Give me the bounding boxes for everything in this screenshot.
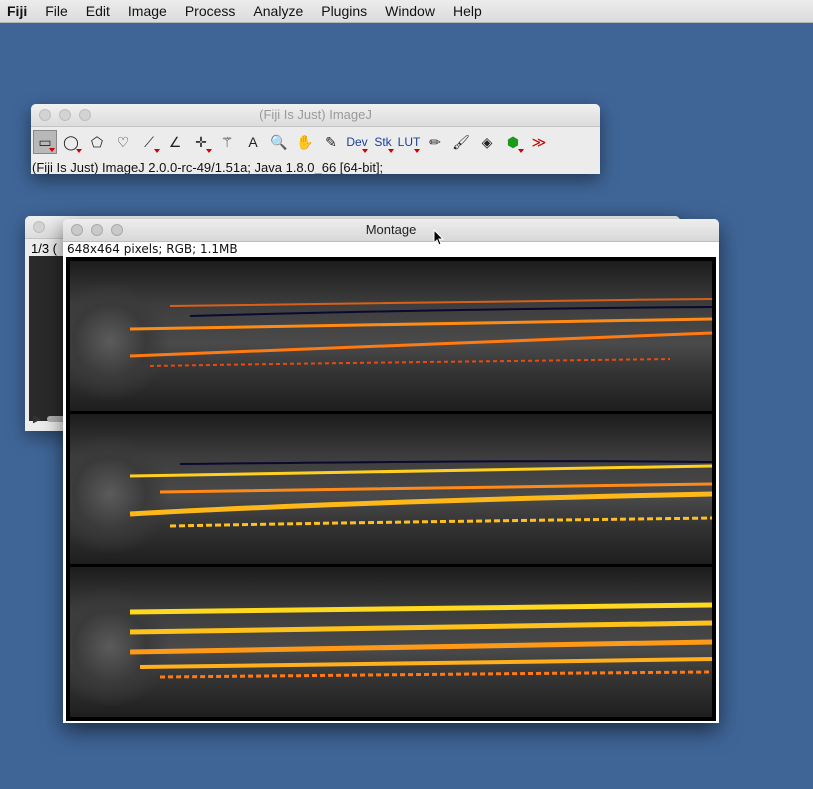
montage-window-title: Montage (365, 222, 417, 237)
menu-bar: Fiji File Edit Image Process Analyze Plu… (0, 0, 813, 23)
dropper-tool-icon[interactable]: ✎ (319, 130, 343, 154)
montage-panel-3 (70, 567, 712, 717)
window-controls (39, 109, 91, 121)
imagej-status: (Fiji Is Just) ImageJ 2.0.0-rc-49/1.51a;… (32, 160, 384, 174)
close-button[interactable] (39, 109, 51, 121)
text-tool-icon[interactable]: A (241, 130, 265, 154)
montage-panel-2 (70, 414, 712, 564)
hand-tool-icon[interactable]: ✋ (293, 130, 317, 154)
menu-window[interactable]: Window (376, 3, 444, 19)
montage-image-canvas[interactable] (66, 257, 716, 721)
dropdown-indicator-icon (154, 149, 160, 153)
dropdown-indicator-icon (206, 149, 212, 153)
stk-tool[interactable]: Stk (371, 130, 395, 154)
imagej-toolbar-window: (Fiji Is Just) ImageJ ▭ ◯ ⬠ ♡ ⟋ ∠ ✛ ⚚ A 🔍 ✋ ✎ Dev Stk… (31, 104, 600, 174)
close-button[interactable] (71, 224, 83, 236)
menu-edit[interactable]: Edit (77, 3, 119, 19)
menu-plugins[interactable]: Plugins (312, 3, 376, 19)
app-menu[interactable]: Fiji (0, 3, 36, 19)
minimize-button[interactable] (59, 109, 71, 121)
play-icon[interactable]: ▶ (33, 412, 41, 425)
lut-tool[interactable]: LUT (397, 130, 421, 154)
color-picker-icon[interactable]: ⬢ (501, 130, 525, 154)
polygon-tool-icon[interactable]: ⬠ (85, 130, 109, 154)
menu-image[interactable]: Image (119, 3, 176, 19)
wand-tool-icon[interactable]: ⚚ (215, 130, 239, 154)
point-tool-icon[interactable]: ✛ (189, 130, 213, 154)
pencil-tool-icon[interactable]: ✏ (423, 130, 447, 154)
dropdown-indicator-icon (49, 148, 55, 152)
more-tools-icon[interactable]: ≫ (527, 130, 551, 154)
toolbar-window-title: (Fiji Is Just) ImageJ (259, 107, 372, 122)
brush-tool-icon[interactable]: 🖌 (449, 130, 473, 154)
dev-tool[interactable]: Dev (345, 130, 369, 154)
close-button[interactable] (33, 221, 45, 233)
flood-fill-tool-icon[interactable]: ◈ (475, 130, 499, 154)
menu-file[interactable]: File (36, 3, 77, 19)
menu-analyze[interactable]: Analyze (244, 3, 312, 19)
menu-help[interactable]: Help (444, 3, 491, 19)
line-tool-icon[interactable]: ⟋ (137, 130, 161, 154)
montage-image-info: 648x464 pixels; RGB; 1.1MB (67, 242, 238, 256)
dropdown-indicator-icon (518, 149, 524, 153)
montage-window: Montage 648x464 pixels; RGB; 1.1MB (63, 219, 719, 723)
rectangle-tool-icon[interactable]: ▭ (33, 130, 57, 154)
zoom-button[interactable] (79, 109, 91, 121)
zoom-button[interactable] (111, 224, 123, 236)
montage-titlebar[interactable]: Montage (63, 219, 719, 242)
mouse-cursor-icon (433, 229, 445, 246)
freehand-tool-icon[interactable]: ♡ (111, 130, 135, 154)
stack-window-controls (33, 221, 45, 233)
dropdown-indicator-icon (414, 149, 420, 153)
dropdown-indicator-icon (388, 149, 394, 153)
magnifier-tool-icon[interactable]: 🔍 (267, 130, 291, 154)
montage-panel-1 (70, 261, 712, 411)
montage-window-controls (71, 224, 123, 236)
menu-process[interactable]: Process (176, 3, 245, 19)
tool-buttons: ▭ ◯ ⬠ ♡ ⟋ ∠ ✛ ⚚ A 🔍 ✋ ✎ Dev Stk LUT ✏ 🖌 ◈ ⬢ ≫ (31, 127, 600, 158)
angle-tool-icon[interactable]: ∠ (163, 130, 187, 154)
oval-tool-icon[interactable]: ◯ (59, 130, 83, 154)
minimize-button[interactable] (91, 224, 103, 236)
dropdown-indicator-icon (76, 149, 82, 153)
dropdown-indicator-icon (362, 149, 368, 153)
toolbar-titlebar[interactable]: (Fiji Is Just) ImageJ (31, 104, 600, 127)
